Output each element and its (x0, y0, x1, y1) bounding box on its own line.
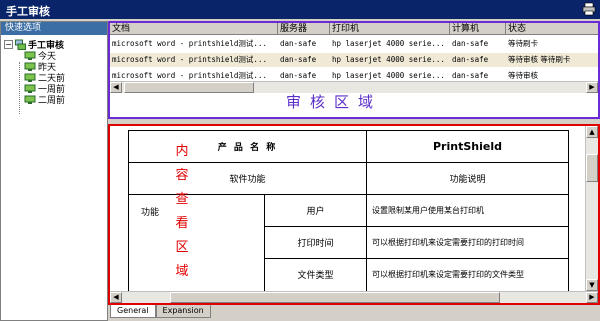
column-server[interactable]: 服务器 (278, 23, 330, 35)
tree-item-two-weeks-ago[interactable]: 二周前 (24, 94, 66, 106)
quick-options-header: 快速选项 (1, 22, 107, 35)
computer-icon (24, 95, 36, 104)
content-area-label-char: 内 (175, 144, 189, 159)
tree-item-label: 二周前 (38, 96, 66, 106)
scroll-right-icon[interactable]: ▶ (586, 292, 598, 303)
scroll-right-icon[interactable]: ▶ (586, 82, 598, 93)
job-printer: hp laserjet 4000 serie... (332, 55, 445, 64)
job-printer: hp laserjet 4000 serie... (332, 39, 445, 48)
cell-feature-group: 功能 (128, 194, 265, 291)
scroll-thumb[interactable] (124, 82, 254, 93)
content-area-label-char: 区 (175, 240, 189, 255)
scroll-up-icon[interactable]: ▲ (586, 126, 598, 138)
cell-feature-print-time-desc: 可以根据打印机来设定需要打印的打印时间 (366, 226, 569, 259)
document-preview-table: 产 品 名 称 PrintShield 软件功能 功能说明 功能 用户 设置限制… (128, 130, 569, 291)
audit-area-label: 审核区域 (286, 93, 383, 111)
content-area-label-char: 查 (175, 192, 189, 207)
tab-general[interactable]: General (110, 305, 156, 318)
job-row[interactable]: microsoft word - printshield测试... dan-sa… (110, 37, 596, 51)
cell-feature-print-time: 打印时间 (264, 226, 367, 259)
job-list-header: 文档 服务器 打印机 计算机 状态 (110, 23, 598, 35)
view-tabs: General Expansion (110, 305, 211, 319)
job-status: 等待刷卡 (508, 39, 538, 48)
printer-icon[interactable] (582, 2, 596, 16)
title-bar: 手工审核 (0, 0, 600, 19)
job-server: dan-safe (280, 39, 317, 48)
scroll-down-icon[interactable]: ▼ (586, 279, 598, 291)
job-computer: dan-safe (452, 55, 489, 64)
scroll-left-icon[interactable]: ◀ (110, 292, 122, 303)
cell-feature-header: 软件功能 (128, 162, 367, 195)
job-server: dan-safe (280, 55, 317, 64)
folder-tree: − 手工审核 今天 昨天 二天前 一周前 二周前 (4, 38, 66, 114)
content-view-pane: 产 品 名 称 PrintShield 软件功能 功能说明 功能 用户 设置限制… (108, 124, 600, 305)
content-area-label-char: 看 (175, 216, 189, 231)
content-hscrollbar[interactable]: ◀ ▶ (110, 291, 598, 303)
tab-expansion[interactable]: Expansion (155, 305, 211, 318)
scroll-thumb[interactable] (170, 292, 500, 303)
content-area-label-char: 容 (175, 168, 189, 183)
job-row-selected[interactable]: microsoft word - printshield测试... dan-sa… (110, 53, 598, 67)
scroll-left-icon[interactable]: ◀ (110, 82, 122, 93)
content-area-label: 内 容 查 看 区 域 (174, 140, 190, 284)
content-area-label-char: 域 (175, 264, 189, 279)
audit-pane: 文档 服务器 打印机 计算机 状态 microsoft word - print… (108, 21, 600, 119)
column-computer[interactable]: 计算机 (450, 23, 506, 35)
content-vscrollbar[interactable]: ▲ ▼ (585, 126, 598, 291)
cell-product-name-header: 产 品 名 称 (128, 130, 367, 163)
tree-connector (19, 62, 20, 114)
column-printer[interactable]: 打印机 (330, 23, 450, 35)
cell-feature-user-desc: 设置限制某用户使用某台打印机 (366, 194, 569, 227)
scroll-thumb[interactable] (586, 154, 598, 182)
job-document: microsoft word - printshield测试... (112, 39, 267, 48)
cell-feature-file-type: 文件类型 (264, 258, 367, 291)
cell-product-name: PrintShield (366, 130, 569, 163)
computer-group-icon (15, 39, 26, 50)
collapse-icon[interactable]: − (4, 39, 13, 49)
job-status: 等待审核 等待刷卡 (508, 55, 571, 64)
computer-icon (24, 73, 36, 82)
job-document: microsoft word - printshield测试... (112, 55, 267, 64)
job-computer: dan-safe (452, 39, 489, 48)
cell-feature-file-type-desc: 可以根据打印机来设定需要打印的文件类型 (366, 258, 569, 291)
computer-icon (24, 84, 36, 93)
cell-description-header: 功能说明 (366, 162, 569, 195)
cell-feature-user: 用户 (264, 194, 367, 227)
app-window: 手工审核 快速选项 − 手工审核 今天 昨天 二天前 一周前 二周前 文档 服务… (0, 0, 600, 321)
computer-icon (24, 62, 36, 71)
column-document[interactable]: 文档 (110, 23, 278, 35)
column-status[interactable]: 状态 (506, 23, 598, 35)
quick-options-pane: 快速选项 − 手工审核 今天 昨天 二天前 一周前 二周前 (0, 21, 108, 321)
window-title: 手工审核 (6, 5, 50, 18)
computer-icon (24, 51, 36, 60)
